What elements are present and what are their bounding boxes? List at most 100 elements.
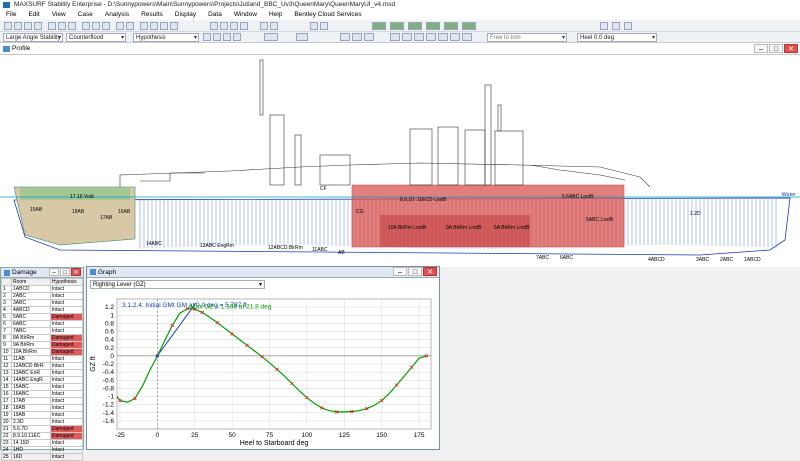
hypothesis-status[interactable]: Intact [49, 327, 84, 335]
hypothesis-status[interactable]: Damaged [49, 313, 84, 321]
open-icon[interactable] [14, 22, 22, 30]
gear-icon[interactable] [233, 33, 241, 41]
analysis-mode-6-icon[interactable] [462, 22, 476, 30]
stop-icon[interactable] [126, 22, 134, 30]
display-opt-6-icon[interactable] [414, 33, 424, 41]
table-row[interactable]: 11 11AB Intact [1, 355, 84, 363]
hypothesis-status[interactable]: Intact [49, 397, 84, 405]
table-row[interactable]: 17 17AB Intact [1, 397, 84, 405]
hypothesis-status[interactable]: Damaged [49, 334, 84, 342]
table-row[interactable]: 25 16D Intact [1, 453, 84, 461]
maximize-button[interactable]: □ [769, 44, 783, 53]
table-row[interactable]: 10 10A BlrRm Damaged [1, 348, 84, 356]
table-row[interactable]: 2 2ABC Intact [1, 292, 84, 300]
analysis-mode-3-icon[interactable] [408, 22, 422, 30]
analysis-type-select[interactable]: Large Angle Stability ▾ [3, 33, 63, 42]
table-row[interactable]: 8 8A BlrRm Damaged [1, 334, 84, 342]
analysis-mode-4-icon[interactable] [426, 22, 440, 30]
cut-icon[interactable] [48, 22, 56, 30]
settings-icon[interactable] [624, 22, 632, 30]
menu-help[interactable]: Help [263, 10, 288, 20]
hypothesis-status[interactable]: Intact [49, 355, 84, 363]
hypothesis-status[interactable]: Damaged [49, 432, 84, 440]
hypothesis-status[interactable]: Intact [49, 285, 84, 293]
paste-icon[interactable] [68, 22, 76, 30]
hypothesis-status[interactable]: Intact [49, 411, 84, 419]
menu-case[interactable]: Case [72, 10, 99, 20]
table-row[interactable]: 3 3ABC Intact [1, 299, 84, 307]
check-icon[interactable] [203, 33, 211, 41]
menu-window[interactable]: Window [228, 10, 263, 20]
close-button[interactable]: ✕ [784, 44, 798, 53]
fit-icon[interactable] [170, 22, 178, 30]
hypothesis-status[interactable]: Intact [49, 376, 84, 384]
graph-icon[interactable] [92, 22, 100, 30]
hypothesis-status[interactable]: Intact [49, 362, 84, 370]
table-row[interactable]: 20 2.3D Intact [1, 418, 84, 426]
menu-data[interactable]: Data [202, 10, 228, 20]
table-row[interactable]: 4 4ABCD Intact [1, 306, 84, 314]
col-room-header[interactable]: Room [11, 278, 51, 286]
menu-file[interactable]: File [0, 10, 22, 20]
table-row[interactable]: 14 14ABC EngR Intact [1, 376, 84, 384]
new-icon[interactable] [4, 22, 12, 30]
table-row[interactable]: 21 5.6.7D Damaged [1, 425, 84, 433]
table-row[interactable]: 6 6ABC Intact [1, 320, 84, 328]
table-row[interactable]: 19 19AB Intact [1, 411, 84, 419]
hypothesis-status[interactable]: Intact [49, 439, 84, 447]
view-perspective-icon[interactable] [210, 22, 218, 30]
hypothesis-status[interactable]: Intact [49, 404, 84, 412]
display-opt-4-icon[interactable] [390, 33, 400, 41]
grid-icon[interactable] [600, 22, 608, 30]
hypothesis-status[interactable]: Intact [49, 390, 84, 398]
heel-select[interactable]: Heel 0.0 deg ▾ [577, 33, 657, 42]
hypothesis-status[interactable]: Damaged [49, 425, 84, 433]
display-opt-5-icon[interactable] [402, 33, 412, 41]
table-row[interactable]: 22 8.9.10.11EC Damaged [1, 432, 84, 440]
display-opt-10-icon[interactable] [462, 33, 472, 41]
table-row[interactable]: 16 16ABC Intact [1, 390, 84, 398]
analysis-mode-icon[interactable] [372, 22, 386, 30]
hypothesis-status[interactable]: Intact [49, 418, 84, 426]
col-hypothesis-header[interactable]: Hypothesis [49, 278, 84, 286]
hypothesis-status[interactable]: Intact [49, 292, 84, 300]
check-icon[interactable] [612, 22, 620, 30]
rotate-icon[interactable] [260, 22, 268, 30]
zoom-in-icon[interactable] [140, 22, 148, 30]
minimize-button[interactable]: – [754, 44, 768, 53]
analysis-mode-2-icon[interactable] [390, 22, 404, 30]
view-profile-icon[interactable] [230, 22, 238, 30]
minimize-button[interactable]: – [393, 267, 407, 276]
hypothesis-status[interactable]: Damaged [49, 341, 84, 349]
menu-analysis[interactable]: Analysis [99, 10, 135, 20]
table-row[interactable]: 12 12ABCD BlrR Intact [1, 362, 84, 370]
table-row[interactable]: 15 15ABC Intact [1, 383, 84, 391]
hypothesis-status[interactable]: Intact [49, 320, 84, 328]
table-row[interactable]: 9 9A BlrRm Damaged [1, 341, 84, 349]
menu-view[interactable]: View [46, 10, 72, 20]
save-icon[interactable] [24, 22, 32, 30]
display-opt-1-icon[interactable] [340, 33, 350, 41]
print-icon[interactable] [34, 22, 42, 30]
flag-icon[interactable] [213, 33, 221, 41]
graph-type-select[interactable]: Righting Lever (GZ) ▾ [90, 280, 265, 289]
table-row[interactable]: 24 1HD Intact [1, 446, 84, 454]
zoom-out-icon[interactable] [150, 22, 158, 30]
table-row[interactable]: 1 1ABCD Intact [1, 285, 84, 293]
gz-chart[interactable]: 1.210.80.60.40.20-0.2-0.4-0.6-0.8-1-1.2-… [87, 291, 439, 449]
close-button[interactable]: ✕ [423, 267, 437, 276]
refresh-icon[interactable] [270, 22, 278, 30]
hypothesis-status[interactable]: Intact [49, 446, 84, 454]
menu-bentley-cloud[interactable]: Bentley Cloud Services [288, 10, 367, 20]
hypothesis-status[interactable]: Intact [49, 369, 84, 377]
view-body-icon[interactable] [240, 22, 248, 30]
maximize-button[interactable]: □ [408, 267, 422, 276]
table-row[interactable]: 7 7ABC Intact [1, 327, 84, 335]
display-opt-2-icon[interactable] [352, 33, 362, 41]
menu-results[interactable]: Results [135, 10, 169, 20]
ship-profile-drawing[interactable] [0, 55, 800, 267]
flood-method-select[interactable]: Counterflood ▾ [66, 33, 126, 42]
hypothesis-status[interactable]: Intact [49, 383, 84, 391]
trim-select[interactable]: Free to trim ▾ [487, 33, 567, 42]
hypothesis-status[interactable]: Intact [49, 306, 84, 314]
